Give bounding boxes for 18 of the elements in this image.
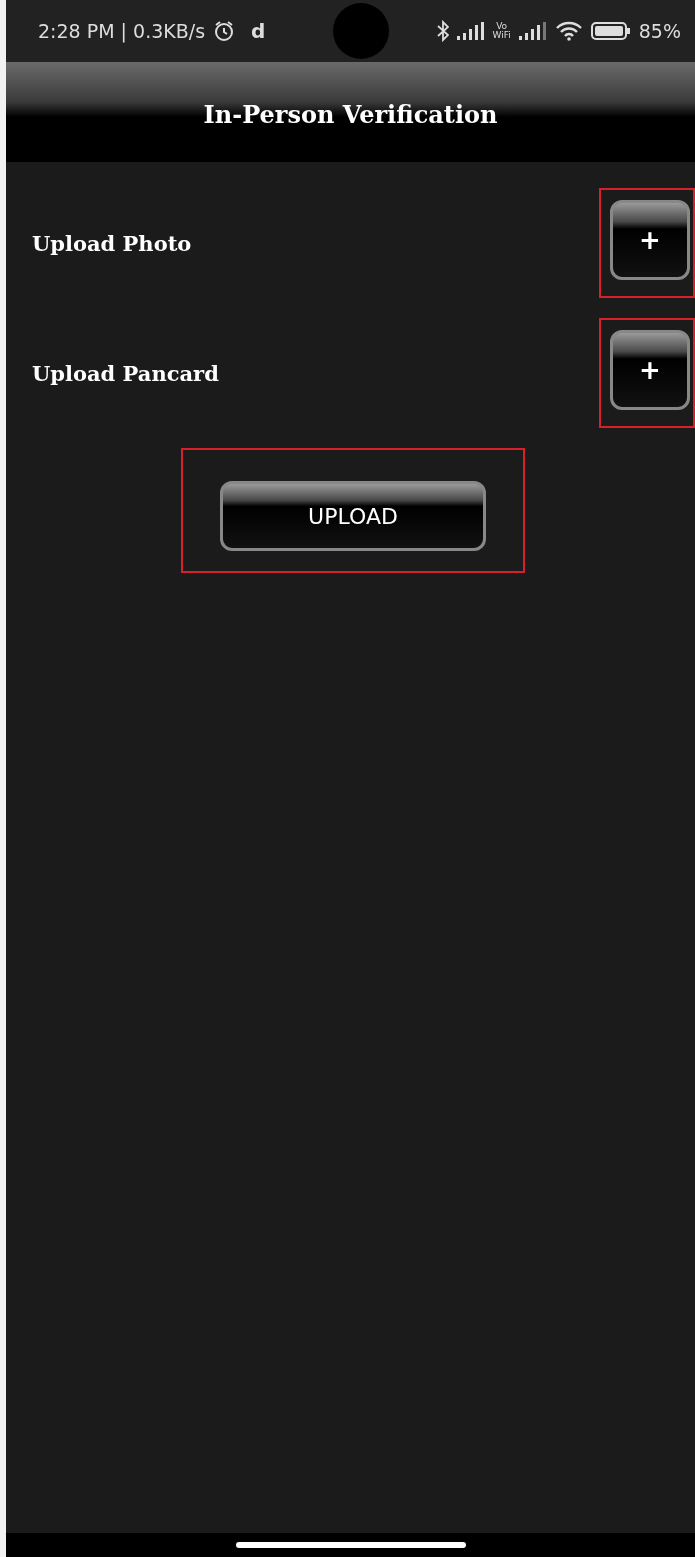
bluetooth-icon (436, 20, 449, 42)
alarm-icon (213, 20, 236, 42)
upload-label: Upload Photo (32, 230, 192, 256)
vowifi-label: WiFi (492, 31, 511, 40)
add-button[interactable]: + (610, 330, 690, 410)
notification-glyph: d (251, 19, 266, 43)
upload-button[interactable]: UPLOAD (220, 481, 486, 551)
add-button[interactable]: + (610, 200, 690, 280)
vowifi-label: Vo (496, 22, 508, 31)
signal-icon (456, 22, 485, 40)
status-time: 2:28 PM | 0.3KB/s (38, 20, 206, 42)
upload-label: Upload Pancard (32, 360, 219, 386)
wifi-icon (554, 21, 583, 41)
page-title: In-Person Verification (203, 99, 498, 129)
signal-icon (518, 22, 547, 40)
home-indicator[interactable] (235, 1542, 466, 1548)
battery-icon (590, 21, 631, 41)
battery-percent: 85% (638, 20, 681, 42)
